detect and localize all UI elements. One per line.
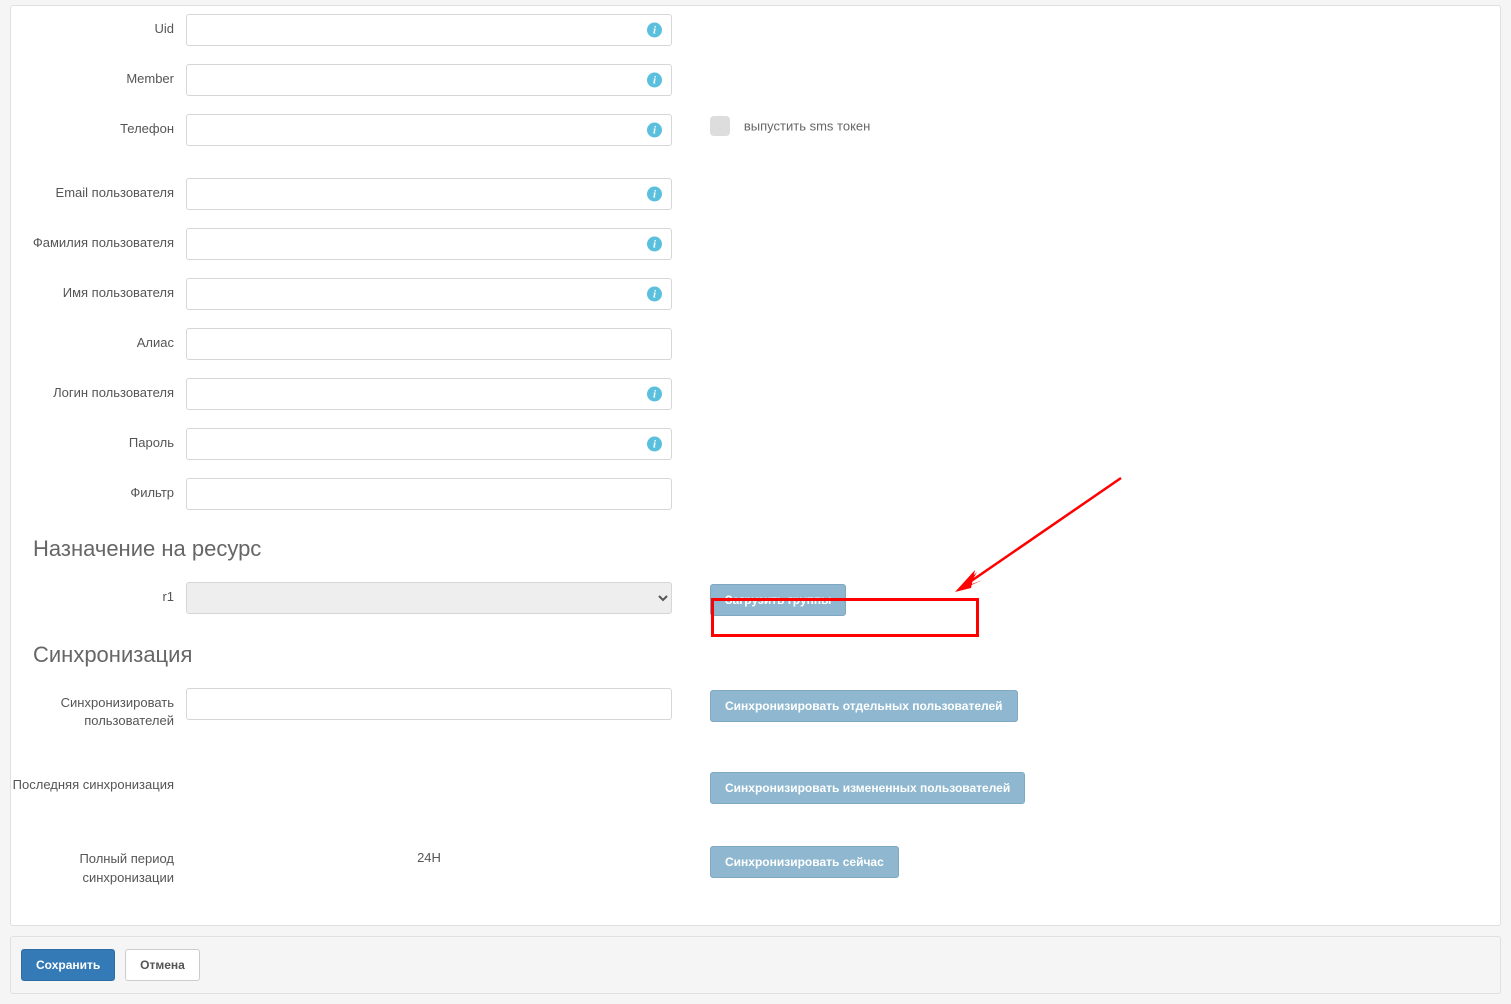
input-phone[interactable]	[186, 114, 672, 146]
sync-now-button[interactable]: Синхронизировать сейчас	[710, 846, 899, 878]
input-member[interactable]	[186, 64, 672, 96]
label-last-sync: Последняя синхронизация	[11, 770, 186, 794]
sms-checkbox-wrap: выпустить sms токен	[672, 114, 870, 136]
input-filter[interactable]	[186, 478, 672, 510]
section-synchronization: Синхронизация	[33, 642, 1500, 668]
value-full-period: 24H	[417, 844, 441, 865]
input-email[interactable]	[186, 178, 672, 210]
label-login: Логин пользователя	[11, 378, 186, 402]
input-alias[interactable]	[186, 328, 672, 360]
label-alias: Алиас	[11, 328, 186, 352]
label-uid: Uid	[11, 14, 186, 38]
input-login[interactable]	[186, 378, 672, 410]
row-uid: Uid i	[11, 14, 1500, 46]
sms-checkbox[interactable]	[710, 116, 730, 136]
label-phone: Телефон	[11, 114, 186, 138]
row-full-period: Полный период синхронизации 24H Синхрони…	[11, 844, 1500, 886]
label-r1: r1	[11, 582, 186, 606]
label-sync-users: Синхронизировать пользователей	[11, 688, 186, 730]
cancel-button[interactable]: Отмена	[125, 949, 200, 981]
input-uid[interactable]	[186, 14, 672, 46]
load-groups-button[interactable]: Загрузить группы	[710, 584, 846, 616]
row-last-sync: Последняя синхронизация Синхронизировать…	[11, 770, 1500, 804]
info-icon[interactable]: i	[647, 287, 662, 302]
info-icon[interactable]: i	[647, 23, 662, 38]
row-alias: Алиас	[11, 328, 1500, 360]
sync-changed-users-button[interactable]: Синхронизировать измененных пользователе…	[710, 772, 1025, 804]
row-r1: r1 Загрузить группы	[11, 582, 1500, 616]
info-icon[interactable]: i	[647, 237, 662, 252]
label-filter: Фильтр	[11, 478, 186, 502]
row-sync-users: Синхронизировать пользователей Синхрониз…	[11, 688, 1500, 730]
info-icon[interactable]: i	[647, 123, 662, 138]
input-firstname[interactable]	[186, 278, 672, 310]
row-filter: Фильтр	[11, 478, 1500, 510]
label-member: Member	[11, 64, 186, 88]
info-icon[interactable]: i	[647, 73, 662, 88]
row-email: Email пользователя i	[11, 178, 1500, 210]
row-phone: Телефон i выпустить sms токен	[11, 114, 1500, 146]
save-button[interactable]: Сохранить	[21, 949, 115, 981]
row-member: Member i	[11, 64, 1500, 96]
input-sync-users[interactable]	[186, 688, 672, 720]
input-lastname[interactable]	[186, 228, 672, 260]
row-lastname: Фамилия пользователя i	[11, 228, 1500, 260]
label-email: Email пользователя	[11, 178, 186, 202]
row-login: Логин пользователя i	[11, 378, 1500, 410]
label-lastname: Фамилия пользователя	[11, 228, 186, 252]
label-password: Пароль	[11, 428, 186, 452]
section-resource-assignment: Назначение на ресурс	[33, 536, 1500, 562]
select-r1[interactable]	[186, 582, 672, 614]
label-full-period: Полный период синхронизации	[11, 844, 186, 886]
sms-checkbox-label: выпустить sms токен	[744, 119, 870, 134]
input-password[interactable]	[186, 428, 672, 460]
info-icon[interactable]: i	[647, 187, 662, 202]
label-firstname: Имя пользователя	[11, 278, 186, 302]
sync-individual-users-button[interactable]: Синхронизировать отдельных пользователей	[710, 690, 1018, 722]
row-firstname: Имя пользователя i	[11, 278, 1500, 310]
info-icon[interactable]: i	[647, 387, 662, 402]
form-panel: Uid i Member i Телефон i выпустить sms т…	[10, 5, 1501, 926]
footer-bar: Сохранить Отмена	[10, 936, 1501, 994]
row-password: Пароль i	[11, 428, 1500, 460]
info-icon[interactable]: i	[647, 437, 662, 452]
